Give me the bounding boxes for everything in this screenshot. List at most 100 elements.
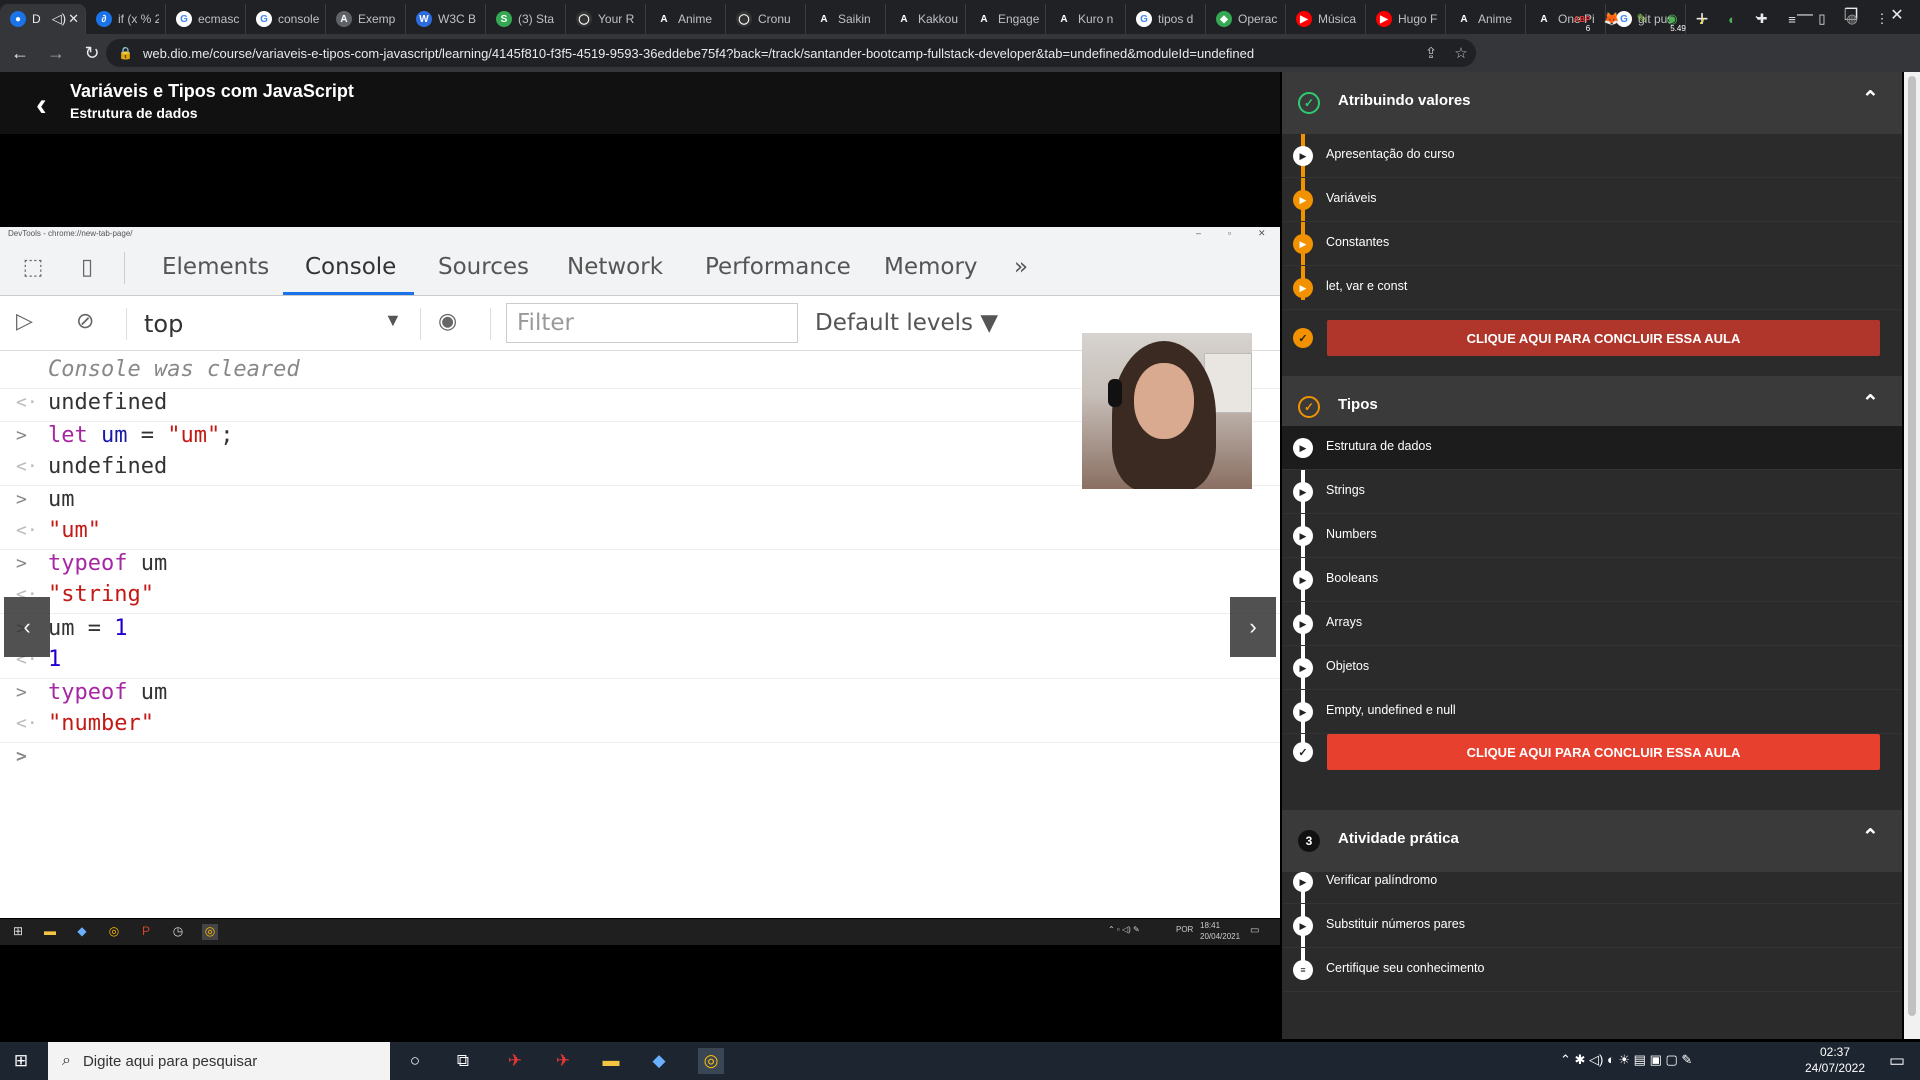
complete-lesson-button[interactable]: CLIQUE AQUI PARA CONCLUIR ESSA AULA [1327, 320, 1880, 356]
extension-icon[interactable]: ◐ [1720, 7, 1744, 31]
browser-tab[interactable]: A Exemp [326, 4, 406, 34]
browser-tab[interactable]: ∂ if (x % 2 [86, 4, 166, 34]
divider [490, 308, 491, 340]
browser-tab[interactable]: A Kuro n [1046, 4, 1126, 34]
check-icon: ✓ [1293, 742, 1313, 762]
lesson-item[interactable]: ▶ Empty, undefined e null [1282, 690, 1902, 734]
browser-tab[interactable]: ◯ Your R [566, 4, 646, 34]
browser-tab[interactable]: Gtipos d [1126, 4, 1206, 34]
powerpoint-icon: P [141, 924, 150, 938]
console-token: = [74, 616, 115, 641]
browser-tab[interactable]: W W3C B [406, 4, 486, 34]
play-icon: ▶ [1293, 614, 1313, 634]
console-filter-input: Filter [506, 303, 798, 343]
taskbar-search[interactable]: ⌕ Digite aqui para pesquisar [48, 1042, 390, 1080]
browser-tab[interactable]: A Anime [646, 4, 726, 34]
lesson-item[interactable]: ▶ let, var e const [1282, 266, 1902, 310]
reload-icon[interactable]: ↻ [76, 37, 108, 69]
lesson-item[interactable]: ▶ Constantes [1282, 222, 1902, 266]
extension-icon[interactable]: ⋮ [1870, 7, 1894, 31]
play-icon: ▶ [1293, 234, 1313, 254]
extension-icon[interactable]: ♪ [1690, 7, 1714, 31]
lock-icon[interactable]: 🔒 [118, 46, 133, 60]
lesson-item[interactable]: ▶ Objetos [1282, 646, 1902, 690]
windows-start-icon[interactable]: ⊞ [8, 1048, 34, 1074]
app-icon[interactable]: ✈ [502, 1048, 528, 1074]
browser-tab[interactable]: ◆ Operac [1206, 4, 1286, 34]
chrome-icon[interactable]: ◎ [698, 1048, 724, 1074]
extension-icon[interactable]: 🦊 [1600, 7, 1624, 31]
lesson-item[interactable]: ▶ Substituir números pares [1282, 904, 1902, 948]
browser-tab[interactable]: ◯ Cronu [726, 4, 806, 34]
extension-icon[interactable]: ▯ [1810, 7, 1834, 31]
browser-tab[interactable]: A Kakkou [886, 4, 966, 34]
address-bar[interactable]: 🔒 web.dio.me/course/variaveis-e-tipos-co… [106, 39, 1476, 67]
app-icon[interactable]: ✈ [550, 1048, 576, 1074]
previous-lesson-button[interactable]: ‹ [4, 597, 50, 657]
file-explorer-icon[interactable]: ▬ [598, 1048, 624, 1074]
url-text[interactable]: web.dio.me/course/variaveis-e-tipos-com-… [143, 46, 1416, 61]
tray-icons[interactable]: ⌃ ✱ ◁) ◐ ☀ ▤ ▣ ▢ ✎ [1560, 1052, 1692, 1068]
system-clock[interactable]: 02:37 24/07/2022 [1790, 1044, 1880, 1076]
next-lesson-button[interactable]: › [1230, 597, 1276, 657]
lesson-item[interactable]: ▶ Verificar palíndromo [1282, 860, 1902, 904]
notification-center-icon[interactable]: ▭ [1884, 1048, 1910, 1074]
tab-favicon-icon: ◆ [1216, 11, 1232, 27]
lesson-item[interactable]: ▶ Arrays [1282, 602, 1902, 646]
scrollbar-thumb[interactable] [1908, 76, 1916, 1016]
tab-label: Saikin [838, 12, 871, 26]
tray-date: 20/04/2021 [1200, 932, 1241, 941]
extension-icon[interactable]: ✎ [1630, 7, 1654, 31]
collapse-chevron-icon[interactable]: ⌃ [1862, 824, 1879, 849]
recorded-taskbar: ⊞ ▬ ◆ ◎ P ◷ ◎ ⌃ ▫ ◁) ✎ POR 18:41 20/04/2… [0, 919, 1280, 945]
lesson-item[interactable]: ▶ Variáveis [1282, 178, 1902, 222]
lesson-item[interactable]: ▶ Apresentação do curso [1282, 134, 1902, 178]
bookmark-star-icon[interactable]: ☆ [1446, 44, 1476, 62]
browser-tab[interactable]: A Saikin [806, 4, 886, 34]
lesson-item[interactable]: ▶ Numbers [1282, 514, 1902, 558]
lesson-item[interactable]: ▶ Booleans [1282, 558, 1902, 602]
share-icon[interactable]: ⇪ [1416, 44, 1446, 62]
play-icon: ▶ [1293, 190, 1313, 210]
extension-icon[interactable]: ◍ [1840, 7, 1864, 31]
browser-tab[interactable]: ▶ Hugo F [1366, 4, 1446, 34]
lesson-title: Apresentação do curso [1326, 147, 1455, 161]
browser-tab[interactable]: ● D ◁) ✕ [0, 4, 86, 34]
back-icon[interactable]: ← [4, 37, 36, 69]
back-arrow-icon[interactable]: ‹ [36, 86, 47, 123]
tab-audio-icon[interactable]: ◁) [52, 11, 66, 27]
console-token: "string" [48, 582, 154, 607]
log-levels-dropdown: Default levels ▼ [815, 310, 999, 336]
console-line: > [0, 738, 1280, 776]
browser-tab[interactable]: Gconsole [246, 4, 326, 34]
browser-tab[interactable]: S (3) Sta [486, 4, 566, 34]
tab-label: Hugo F [1398, 12, 1438, 26]
extension-icon[interactable]: ≡ [1780, 7, 1804, 31]
eye-icon: ◉ [438, 308, 458, 333]
cortana-icon[interactable]: ○ [402, 1048, 428, 1074]
browser-tab[interactable]: A Anime [1446, 4, 1526, 34]
lesson-title: let, var e const [1326, 279, 1408, 293]
collapse-chevron-icon[interactable]: ⌃ [1862, 86, 1879, 111]
lesson-item[interactable]: ≡ Certifique seu conhecimento [1282, 948, 1902, 992]
browser-tab[interactable]: A Engage [966, 4, 1046, 34]
task-view-icon[interactable]: ⧉ [450, 1048, 476, 1074]
tab-close-icon[interactable]: ✕ [68, 11, 79, 27]
collapse-chevron-icon[interactable]: ⌃ [1862, 390, 1879, 415]
play-icon: ▶ [1293, 570, 1313, 590]
app-icon[interactable]: ◆ [646, 1048, 672, 1074]
tab-label: Anime [1478, 12, 1513, 26]
extension-icon[interactable]: ✚ [1750, 7, 1774, 31]
lesson-item[interactable]: ▶ Estrutura de dados [1282, 426, 1902, 470]
browser-tab[interactable]: ▶ Música [1286, 4, 1366, 34]
section-status-icon: ✓ [1298, 396, 1320, 418]
forward-icon[interactable]: → [40, 37, 72, 69]
browser-tab[interactable]: Gecmasc [166, 4, 246, 34]
lesson-item[interactable]: ▶ Strings [1282, 470, 1902, 514]
play-icon: ▶ [1293, 702, 1313, 722]
scrollbar[interactable] [1904, 72, 1920, 1039]
section-header-1[interactable]: ✓ Atribuindo valores ⌃ [1282, 72, 1902, 134]
complete-lesson-button[interactable]: CLIQUE AQUI PARA CONCLUIR ESSA AULA [1327, 734, 1880, 770]
divider [420, 308, 421, 340]
video-player[interactable]: ‹ Variáveis e Tipos com JavaScript Estru… [0, 72, 1280, 1039]
